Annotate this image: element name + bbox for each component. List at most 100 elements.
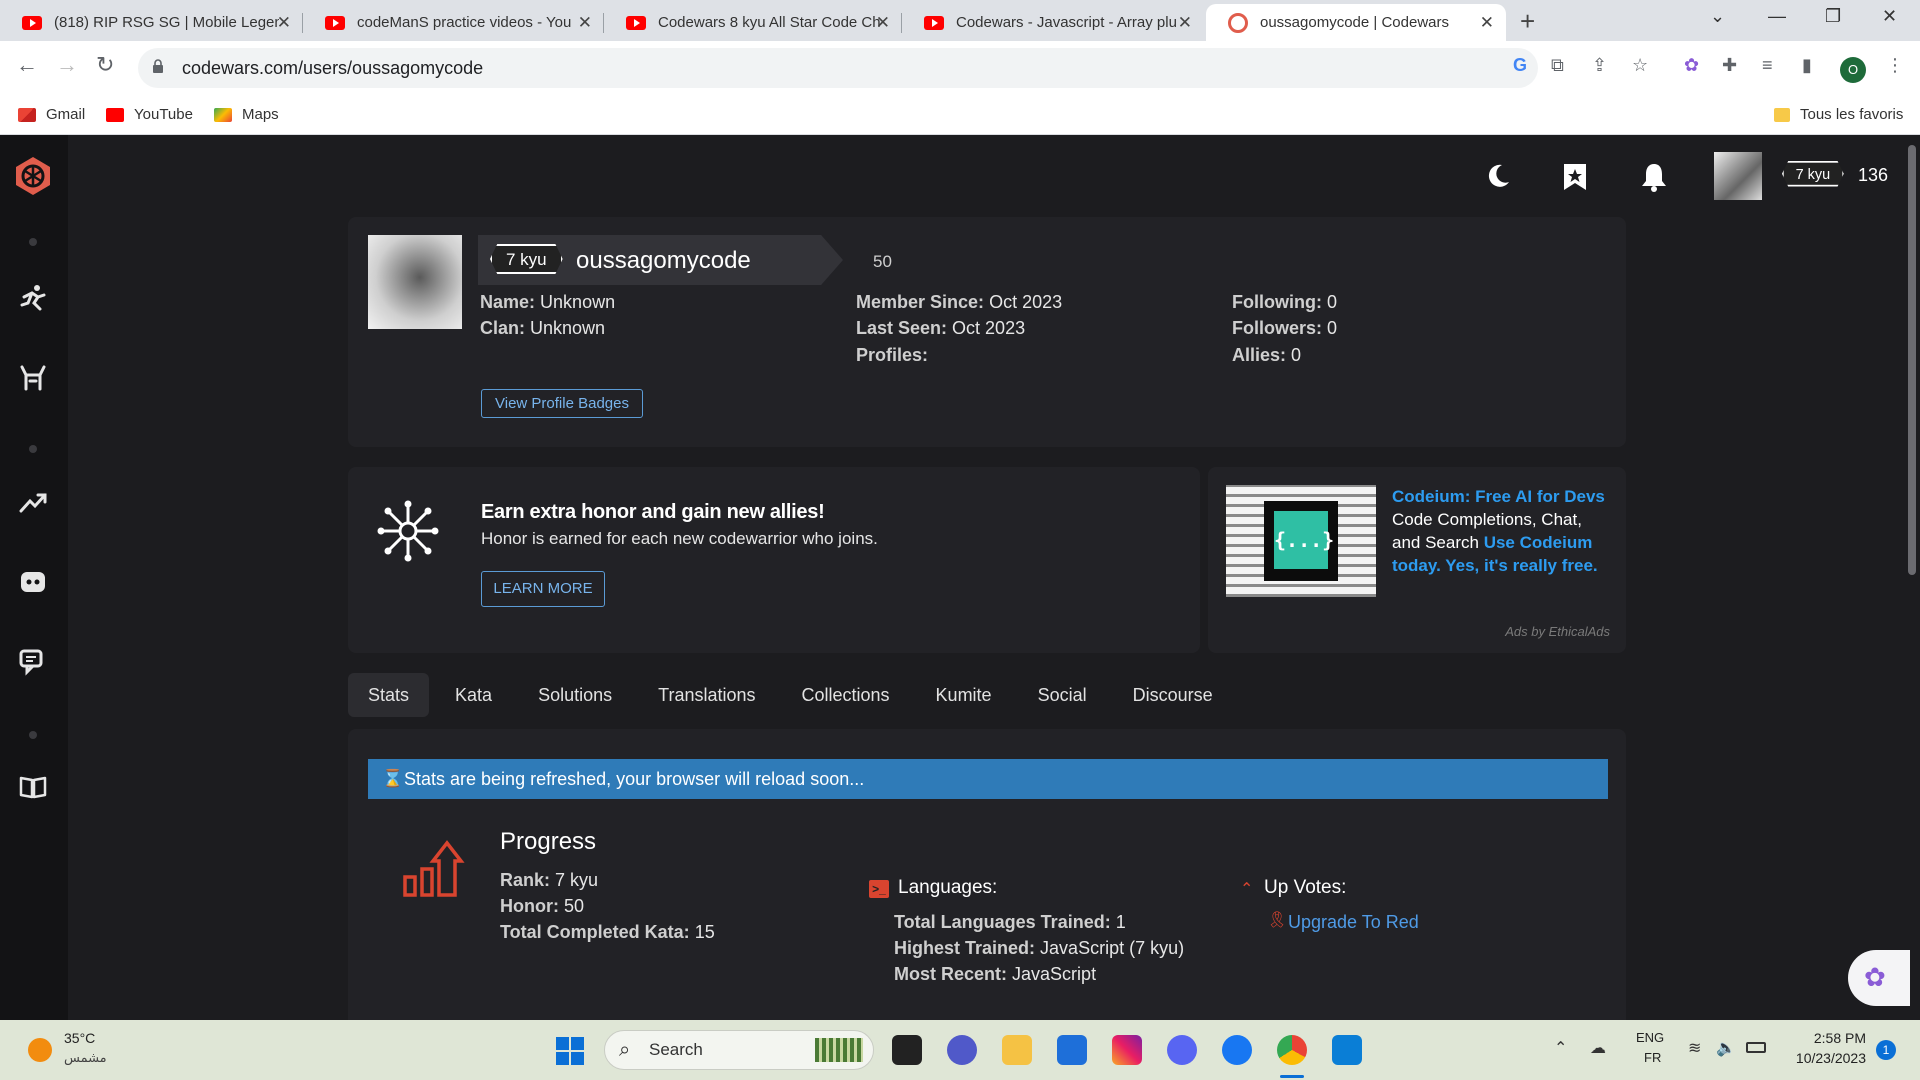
highest-trained-value: JavaScript (7 kyu) (1040, 938, 1185, 958)
clock-date[interactable]: 10/23/2023 (1776, 1050, 1866, 1066)
tab-title: Codewars - Javascript - Array plu (956, 14, 1177, 31)
codewars-logo-icon[interactable] (12, 155, 54, 197)
upvotes-title: Up Votes: (1264, 877, 1347, 898)
instagram-icon[interactable] (1112, 1035, 1142, 1065)
discord-icon[interactable] (1167, 1035, 1197, 1065)
chrome-icon[interactable] (1277, 1035, 1307, 1065)
last-seen-value: Oct 2023 (952, 318, 1026, 338)
menu-icon[interactable]: ⋮ (1886, 55, 1904, 76)
back-icon[interactable]: ← (16, 52, 38, 78)
ad-line: and Search (1392, 533, 1484, 552)
close-icon[interactable]: ✕ (1480, 13, 1494, 33)
progress-chart-icon (403, 840, 465, 897)
bookmark-star-icon[interactable] (1562, 162, 1588, 192)
most-recent-value: JavaScript (1012, 964, 1097, 984)
close-icon[interactable]: ✕ (876, 13, 890, 33)
ad-attribution[interactable]: Ads by EthicalAds (1505, 624, 1610, 639)
browser-tab-active[interactable]: oussagomycode | Codewars ✕ (1206, 4, 1506, 41)
most-recent-row: Most Recent: JavaScript (894, 964, 1096, 985)
hourglass-icon: ⌛ (382, 769, 404, 788)
clock-time[interactable]: 2:58 PM (1776, 1030, 1866, 1046)
language-primary[interactable]: ENG (1636, 1030, 1664, 1045)
leaderboard-icon[interactable] (18, 487, 48, 517)
show-hidden-icons-chevron[interactable]: ⌃ (1554, 1038, 1567, 1058)
close-icon[interactable]: ✕ (1178, 13, 1192, 33)
ad-headline-link[interactable]: Codeium: Free AI for Devs (1392, 487, 1605, 506)
bookmarks-bar: Gmail YouTube Maps Tous les favoris (0, 96, 1920, 135)
side-panel-icon[interactable]: ▮ (1802, 55, 1812, 76)
tab-solutions[interactable]: Solutions (518, 673, 632, 717)
browser-tab-3[interactable]: Codewars 8 kyu All Star Code Ch ✕ (604, 4, 902, 41)
use-codeium-link[interactable]: Use Codeium (1484, 533, 1593, 552)
bookmark-youtube[interactable]: YouTube (106, 106, 193, 123)
volume-icon[interactable]: 🔈 (1716, 1038, 1736, 1058)
honor-value: 50 (564, 896, 585, 916)
browser-tab-2[interactable]: codeManS practice videos - You ✕ (303, 4, 604, 41)
extension-brain-icon[interactable]: ✿ (1684, 55, 1699, 76)
bookmark-gmail[interactable]: Gmail (18, 106, 85, 123)
wifi-icon[interactable]: ≋ (1688, 1038, 1701, 1058)
language-secondary[interactable]: FR (1644, 1050, 1661, 1065)
address-bar[interactable]: codewars.com/users/oussagomycode (138, 48, 1538, 88)
vscode-icon[interactable] (1332, 1035, 1362, 1065)
bookmark-star-icon[interactable]: ☆ (1632, 55, 1648, 76)
restore-button[interactable]: ❐ (1825, 6, 1841, 27)
tab-social[interactable]: Social (1018, 673, 1107, 717)
ad-card[interactable]: {...} Codeium: Free AI for Devs Code Com… (1208, 467, 1626, 653)
floating-extension-button[interactable]: ✿ (1848, 950, 1910, 1006)
total-languages-label: Total Languages Trained: (894, 912, 1111, 932)
practice-icon[interactable] (18, 363, 48, 393)
notification-count-badge[interactable]: 1 (1876, 1040, 1896, 1060)
tab-kata[interactable]: Kata (435, 673, 512, 717)
clan-value: Unknown (530, 318, 606, 338)
close-icon[interactable]: ✕ (578, 13, 592, 33)
profile-avatar[interactable]: O (1840, 57, 1866, 83)
minimize-button[interactable]: — (1768, 6, 1786, 27)
ad-cta-link[interactable]: today. Yes, it's really free. (1392, 556, 1598, 575)
tab-kumite[interactable]: Kumite (916, 673, 1012, 717)
discussions-icon[interactable] (18, 647, 48, 677)
page-scrollbar[interactable] (1908, 145, 1916, 575)
upgrade-to-red-link[interactable]: Upgrade To Red (1288, 912, 1419, 933)
discord-icon[interactable] (18, 567, 48, 597)
translate-icon[interactable]: ⧉ (1551, 55, 1564, 76)
close-icon[interactable]: ✕ (277, 13, 291, 33)
docs-book-icon[interactable] (18, 772, 48, 802)
weather-temperature[interactable]: 35°C (64, 1030, 95, 1046)
all-bookmarks[interactable]: Tous les favoris (1774, 106, 1903, 123)
train-icon[interactable] (18, 283, 48, 313)
forward-icon[interactable]: → (56, 52, 78, 78)
learn-more-button[interactable]: LEARN MORE (481, 571, 605, 607)
ad-image[interactable]: {...} (1226, 485, 1376, 597)
view-profile-badges-button[interactable]: View Profile Badges (481, 389, 643, 418)
tab-collections[interactable]: Collections (782, 673, 910, 717)
extensions-icon[interactable]: ✚ (1722, 55, 1737, 76)
browser-tab-1[interactable]: (818) RIP RSG SG | Mobile Legen ✕ (0, 4, 303, 41)
share-icon[interactable]: ⇪ (1592, 55, 1607, 76)
taskbar-search-box[interactable]: ⌕ Search (604, 1030, 874, 1070)
task-view-icon[interactable] (892, 1035, 922, 1065)
close-window-button[interactable]: ✕ (1882, 6, 1897, 27)
google-icon[interactable]: G (1513, 55, 1527, 76)
facebook-icon[interactable] (1222, 1035, 1252, 1065)
media-icon[interactable]: ≡ (1762, 55, 1773, 76)
battery-icon[interactable] (1746, 1042, 1766, 1053)
bookmark-maps[interactable]: Maps (214, 106, 279, 123)
browser-tab-4[interactable]: Codewars - Javascript - Array plu ✕ (902, 4, 1204, 41)
header-avatar[interactable] (1714, 152, 1762, 200)
reload-icon[interactable]: ↻ (96, 52, 114, 78)
microsoft-store-icon[interactable] (1057, 1035, 1087, 1065)
dark-mode-moon-icon[interactable] (1484, 162, 1512, 190)
teams-chat-icon[interactable] (947, 1035, 977, 1065)
stats-honor-row: Honor: 50 (500, 896, 584, 917)
tab-stats[interactable]: Stats (348, 673, 430, 717)
windows-start-icon[interactable] (556, 1037, 584, 1065)
file-explorer-icon[interactable] (1002, 1035, 1032, 1065)
notifications-bell-icon[interactable] (1640, 161, 1668, 193)
new-tab-button[interactable]: + (1520, 6, 1535, 37)
tab-translations[interactable]: Translations (638, 673, 775, 717)
tab-search-icon[interactable]: ⌄ (1710, 6, 1725, 27)
tab-discourse[interactable]: Discourse (1113, 673, 1233, 717)
onedrive-cloud-icon[interactable]: ☁ (1590, 1038, 1606, 1058)
weather-sun-icon[interactable] (28, 1038, 52, 1062)
